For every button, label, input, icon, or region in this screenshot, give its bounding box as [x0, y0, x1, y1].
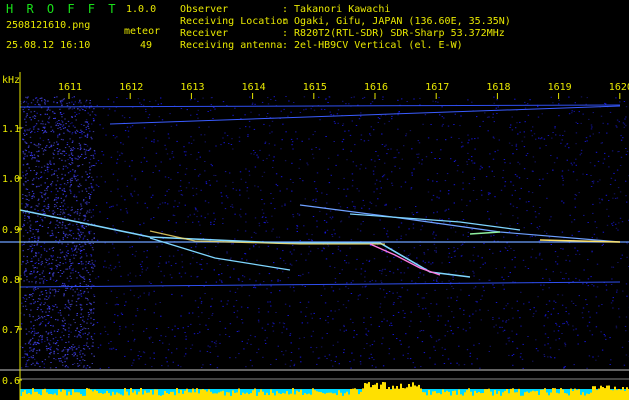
y-tick-label: 1.1 — [2, 124, 20, 135]
y-axis-unit: kHz — [2, 75, 20, 86]
x-tick-label: 1616 — [364, 82, 388, 93]
antenna-key: Receiving antenna — [180, 40, 283, 51]
y-tick-label: 0.8 — [2, 275, 20, 286]
receiver-key: Receiver — [180, 28, 229, 39]
header-panel: H R O F F T 1.0.0 2508121610.png 25.08.1… — [0, 0, 629, 72]
antenna-value: : 2el-HB9CV Vertical (el. E-W) — [282, 40, 463, 51]
x-tick-label: 1617 — [425, 82, 449, 93]
y-tick-label: 0.6 — [2, 376, 20, 387]
app-name: H R O F F T — [6, 2, 119, 16]
x-tick-label: 1615 — [303, 82, 327, 93]
x-tick-label: 1618 — [486, 82, 510, 93]
capture-datetime: 25.08.12 16:10 — [6, 40, 91, 51]
receiver-value: : R820T2(RTL-SDR) SDR-Sharp 53.372MHz — [282, 28, 505, 39]
x-tick-label: 1612 — [119, 82, 143, 93]
y-tick-label: 0.9 — [2, 225, 20, 236]
x-tick-label: 1619 — [548, 82, 572, 93]
location-key: Receiving Location — [180, 16, 289, 27]
observer-value: : Takanori Kawachi — [282, 4, 391, 15]
x-tick-label: 1611 — [58, 82, 82, 93]
spectrogram: kHz 1.1 1.0 0.9 0.8 0.7 0.6 1611 1612 1613 1614 1… — [0, 72, 629, 400]
x-tick-label: 1613 — [180, 82, 204, 93]
location-value: : Ogaki, Gifu, JAPAN (136.60E, 35.35N) — [282, 16, 511, 27]
y-tick-label: 0.7 — [2, 325, 20, 336]
app-version: 1.0.0 — [126, 4, 157, 15]
meteor-count: 49 — [140, 40, 153, 51]
y-tick-label: 1.0 — [2, 174, 20, 185]
x-tick-label: 1620 — [609, 82, 629, 93]
meteor-label: meteor — [124, 26, 161, 37]
x-tick-label: 1614 — [242, 82, 266, 93]
observer-key: Observer — [180, 4, 229, 15]
image-filename: 2508121610.png — [6, 20, 91, 31]
